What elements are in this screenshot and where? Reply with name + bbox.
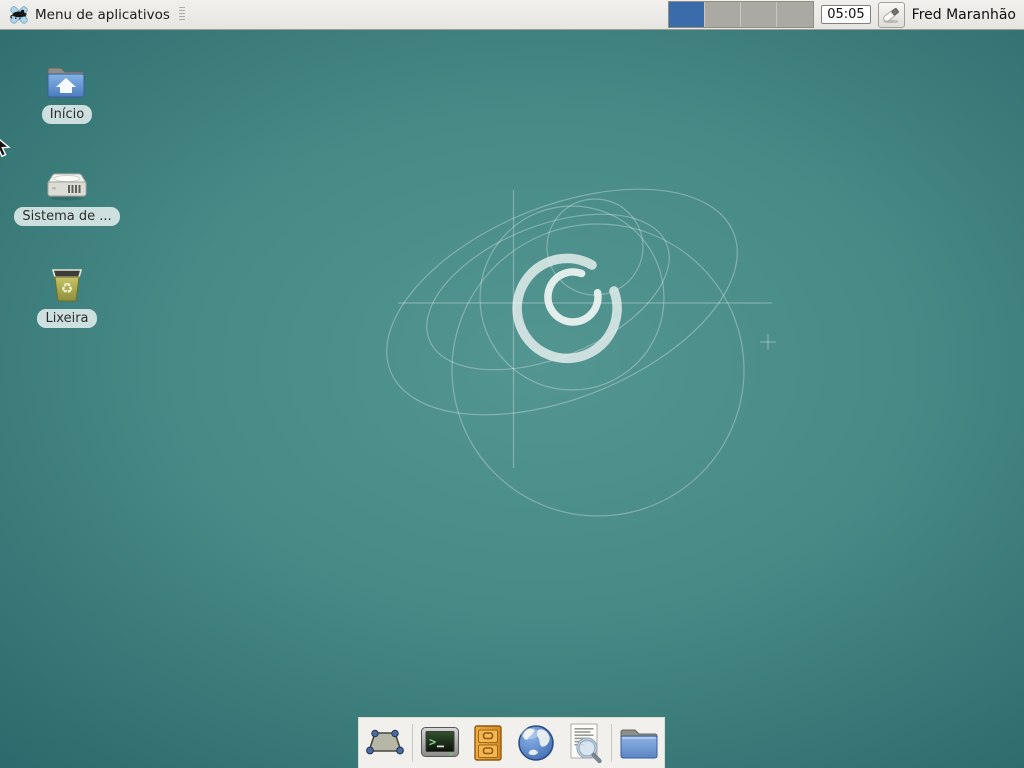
desktop-icon-column: Início Sistema de ... [25, 56, 109, 328]
dock-separator [412, 724, 413, 762]
desktop: Início Sistema de ... [0, 30, 1024, 768]
panel-grip-handle[interactable] [179, 7, 185, 22]
desktop-icon-trash[interactable]: ♻ Lixeira [37, 260, 96, 328]
document-search-icon [565, 722, 603, 764]
terminal-launcher[interactable]: > [419, 721, 461, 765]
svg-text:♻: ♻ [61, 281, 74, 297]
debian-swirl [517, 258, 617, 358]
dock-separator [611, 724, 612, 762]
terminal-icon: > [420, 726, 460, 760]
home-folder-icon [45, 60, 89, 102]
web-browser-launcher[interactable] [515, 721, 557, 765]
applications-menu-label: Menu de aplicativos [35, 7, 170, 23]
top-panel: Menu de aplicativos 05:05 Fred Maranhão [0, 0, 1024, 30]
applications-menu-button[interactable]: Menu de aplicativos [0, 0, 193, 29]
clock[interactable]: 05:05 [821, 5, 870, 24]
file-cabinet-launcher[interactable] [467, 721, 509, 765]
mouse-cursor [0, 134, 16, 160]
desktop-icon-label: Início [42, 105, 92, 124]
desktop-icon-home[interactable]: Início [42, 56, 92, 124]
filesystem-drive-icon [44, 166, 90, 204]
workspace-1[interactable] [669, 2, 705, 27]
web-browser-globe-icon [516, 723, 556, 763]
desktop-icon-filesystem[interactable]: Sistema de ... [14, 158, 119, 226]
file-manager-launcher[interactable] [618, 721, 660, 765]
show-desktop-button[interactable] [364, 721, 406, 765]
xfce-mouse-logo-icon [8, 4, 30, 26]
wallpaper-lines-artwork [0, 30, 1024, 768]
workspace-2[interactable] [705, 2, 741, 27]
workspace-4[interactable] [777, 2, 813, 27]
application-finder-launcher[interactable] [563, 721, 605, 765]
show-desktop-icon [365, 728, 405, 758]
pen-icon [880, 4, 902, 26]
file-manager-folder-icon [618, 726, 660, 760]
trash-bin-icon: ♻ [46, 264, 88, 306]
svg-text:>: > [429, 735, 436, 749]
dock-panel: > [358, 717, 665, 768]
workspace-switcher [668, 1, 814, 28]
desktop-icon-label: Lixeira [37, 309, 96, 328]
username-label: Fred Maranhão [912, 7, 1016, 23]
desktop-icon-label: Sistema de ... [14, 207, 119, 226]
panel-right-area: 05:05 Fred Maranhão [668, 0, 1024, 29]
panel-plugin-button[interactable] [878, 2, 905, 28]
file-cabinet-icon [472, 724, 504, 762]
workspace-3[interactable] [741, 2, 777, 27]
